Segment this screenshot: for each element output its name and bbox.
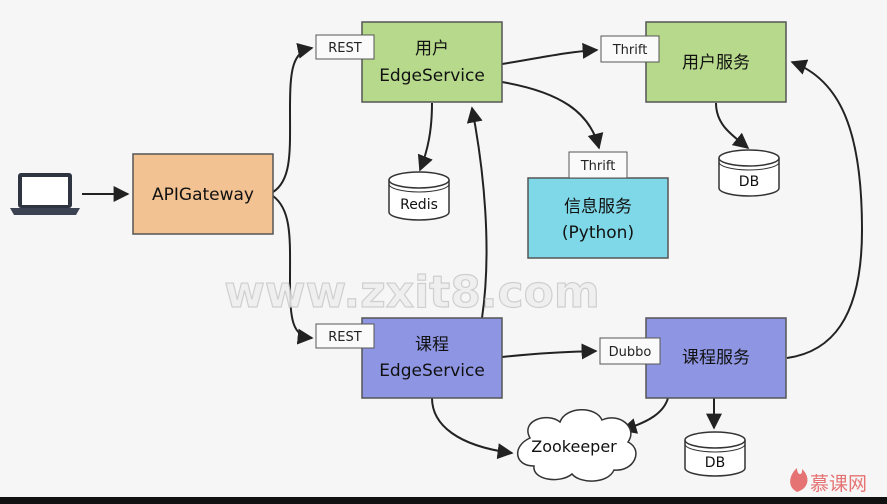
zookeeper-label: Zookeeper	[531, 437, 617, 456]
user-db-datastore: DB	[718, 149, 780, 197]
info-service-subtitle: (Python)	[562, 223, 634, 243]
laptop-icon	[10, 173, 80, 215]
arrow-user-edge-to-user-thrift	[501, 42, 599, 65]
arrow-user-edge-to-redis	[417, 102, 433, 172]
protocol-label-course-rest: REST	[315, 323, 375, 349]
info-service-title: 信息服务	[564, 197, 632, 217]
arrow-course-service-to-zookeeper	[620, 397, 669, 434]
course-edge-service-node: 课程 EdgeService	[361, 317, 503, 399]
protocol-label-user-thrift: Thrift	[600, 35, 660, 63]
user-db-label: DB	[739, 174, 759, 190]
zookeeper-cloud: Zookeeper	[517, 409, 637, 482]
course-db-label: DB	[705, 455, 725, 471]
user-edge-service-node: 用户 EdgeService	[361, 21, 503, 103]
logo-text: 慕课网	[810, 473, 867, 495]
watermark-text: www.zxit8.com	[224, 267, 599, 318]
user-edge-title: 用户	[415, 39, 449, 59]
svg-text:REST: REST	[328, 330, 361, 345]
arrow-user-edge-to-info-thrift	[501, 81, 604, 150]
course-db-datastore: DB	[684, 431, 746, 477]
logo: 慕课网	[790, 468, 867, 495]
svg-text:Thrift: Thrift	[580, 159, 616, 174]
user-service-label: 用户服务	[682, 53, 750, 73]
course-edge-subtitle: EdgeService	[379, 361, 485, 381]
redis-label: Redis	[400, 197, 438, 213]
svg-text:Dubbo: Dubbo	[609, 345, 652, 360]
redis-datastore: Redis	[388, 171, 450, 221]
arrow-course-edge-to-zookeeper	[431, 397, 514, 460]
flame-icon	[790, 468, 808, 492]
info-service-node: 信息服务 (Python)	[527, 177, 669, 259]
svg-text:Thrift: Thrift	[612, 43, 648, 58]
api-gateway-label: APIGateway	[152, 185, 254, 205]
svg-text:REST: REST	[328, 41, 361, 56]
bottom-bar	[0, 497, 887, 504]
user-service-node: 用户服务	[645, 21, 787, 103]
api-gateway-node: APIGateway	[132, 153, 274, 235]
protocol-label-user-rest: REST	[315, 34, 375, 60]
protocol-label-course-dubbo: Dubbo	[599, 337, 661, 365]
course-service-label: 课程服务	[682, 348, 750, 368]
course-edge-title: 课程	[415, 335, 449, 355]
user-edge-subtitle: EdgeService	[379, 66, 485, 86]
architecture-diagram: APIGateway 用户 EdgeService 用户服务 信息服务 (Pyt…	[0, 0, 887, 504]
arrow-user-service-to-db	[715, 102, 750, 150]
protocol-label-info-thrift: Thrift	[568, 151, 628, 179]
course-service-node: 课程服务	[645, 317, 787, 399]
arrow-gateway-to-user-rest	[272, 42, 314, 193]
arrow-course-edge-to-dubbo	[501, 343, 598, 360]
arrow-course-service-to-user-service	[786, 59, 864, 359]
